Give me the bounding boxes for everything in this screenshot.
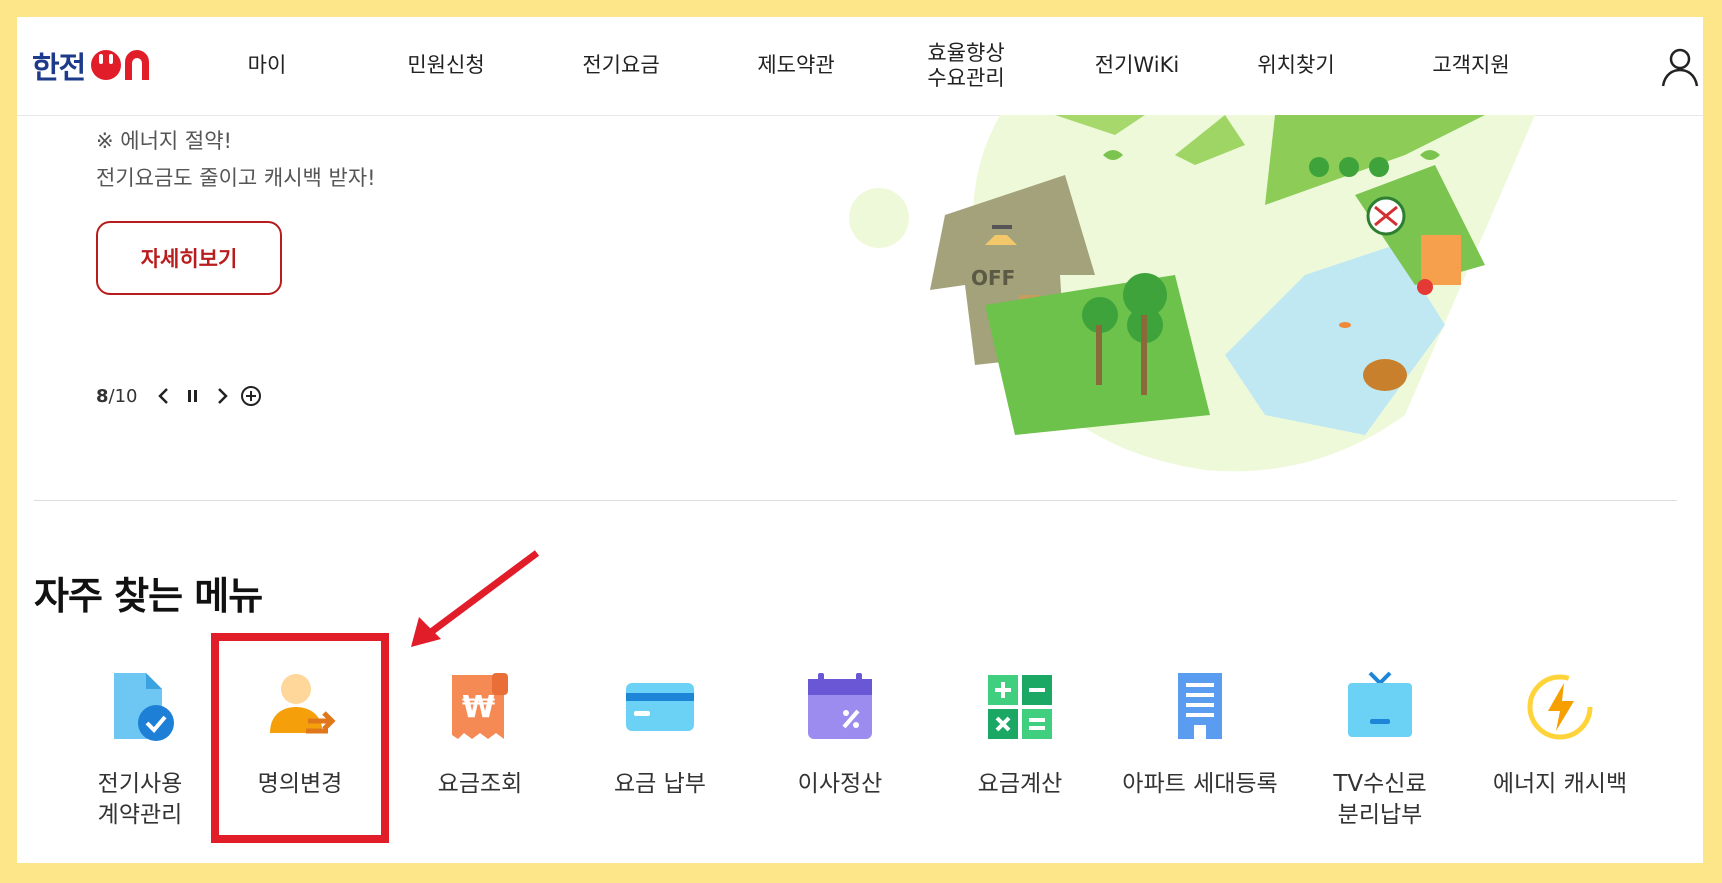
pointer-arrow-icon (411, 550, 540, 647)
pager-total: 10 (114, 385, 138, 407)
section-divider (34, 500, 1677, 501)
page-frame: 한전 마이 민원신청 전기요금 제도약관 효율향상 수요관리 전기WiKi 위치… (17, 17, 1703, 863)
hero-line-1: ※ 에너지 절약! (96, 129, 232, 153)
nav-civil-request[interactable]: 민원신청 (376, 17, 516, 115)
logo-text: 한전 (32, 51, 86, 86)
pause-icon[interactable] (186, 386, 200, 406)
nav-label: 제도약관 (757, 53, 835, 78)
menu-item-label: 아파트 세대등록 (1122, 771, 1278, 797)
calculator-icon (980, 667, 1060, 747)
add-circle-icon[interactable] (240, 385, 262, 407)
menu-item-label: TV수신료 분리납부 (1333, 771, 1427, 828)
chevron-right-icon[interactable] (214, 386, 230, 406)
calendar-percent-icon (800, 667, 880, 747)
site-logo[interactable]: 한전 (32, 41, 155, 89)
energy-bolt-icon (1520, 667, 1600, 747)
highlight-box (211, 633, 389, 843)
nav-policy-terms[interactable]: 제도약관 (726, 17, 866, 115)
menu-item-label: 요금계산 (977, 771, 1063, 797)
site-header: 한전 마이 민원신청 전기요금 제도약관 효율향상 수요관리 전기WiKi 위치… (17, 17, 1703, 116)
nav-label: 고객지원 (1432, 53, 1510, 78)
logo-on-mark (89, 48, 155, 82)
menu-item-apartment-registration[interactable]: 아파트 세대등록 (1110, 667, 1290, 800)
nav-label: 효율향상 수요관리 (927, 40, 1005, 90)
banner-pager: 8 / 10 (96, 385, 262, 407)
user-icon[interactable] (1657, 44, 1703, 90)
hero-text: ※ 에너지 절약! 전기요금도 줄이고 캐시백 받자! (96, 123, 376, 197)
nav-electric-wiki[interactable]: 전기WiKi (1062, 17, 1212, 115)
nav-my[interactable]: 마이 (207, 17, 327, 115)
menu-item-energy-cashback[interactable]: 에너지 캐시백 (1470, 667, 1650, 800)
off-label: OFF (971, 266, 1015, 290)
chevron-left-icon[interactable] (156, 386, 172, 406)
contract-document-icon (100, 667, 180, 747)
nav-label: 전기WiKi (1094, 53, 1180, 78)
menu-item-label: 이사정산 (797, 771, 883, 797)
nav-label: 마이 (247, 53, 287, 78)
nav-label: 전기요금 (582, 53, 660, 78)
menu-item-label: 에너지 캐시백 (1492, 771, 1628, 797)
nav-customer-support[interactable]: 고객지원 (1401, 17, 1541, 115)
nav-find-location[interactable]: 위치찾기 (1226, 17, 1366, 115)
frequent-menu-title: 자주 찾는 메뉴 (34, 574, 263, 618)
menu-item-bill-calculation[interactable]: 요금계산 (930, 667, 1110, 800)
menu-item-contract-management[interactable]: 전기사용 계약관리 (50, 667, 230, 831)
nav-label: 위치찾기 (1257, 53, 1335, 78)
nav-efficiency-demand[interactable]: 효율향상 수요관리 (896, 17, 1036, 115)
won-receipt-icon: ₩ (440, 667, 520, 747)
pager-current: 8 (96, 385, 109, 407)
menu-item-move-settlement[interactable]: 이사정산 (750, 667, 930, 800)
menu-item-tv-fee-separation[interactable]: TV수신료 분리납부 (1290, 667, 1470, 831)
menu-item-label: 요금조회 (437, 771, 523, 797)
energy-saving-illustration: OFF (845, 115, 1703, 475)
menu-item-label: 전기사용 계약관리 (97, 771, 183, 828)
view-details-button[interactable]: 자세히보기 (96, 221, 282, 295)
apartment-building-icon (1160, 667, 1240, 747)
nav-electric-bill[interactable]: 전기요금 (551, 17, 691, 115)
svg-text:₩: ₩ (462, 690, 495, 725)
menu-item-bill-payment[interactable]: 요금 납부 (570, 667, 750, 800)
hero-line-2: 전기요금도 줄이고 캐시백 받자! (96, 166, 376, 190)
tv-icon (1340, 667, 1420, 747)
credit-card-icon (620, 667, 700, 747)
menu-item-bill-inquiry[interactable]: ₩ 요금조회 (390, 667, 570, 800)
nav-label: 민원신청 (407, 53, 485, 78)
menu-item-label: 요금 납부 (614, 771, 706, 797)
